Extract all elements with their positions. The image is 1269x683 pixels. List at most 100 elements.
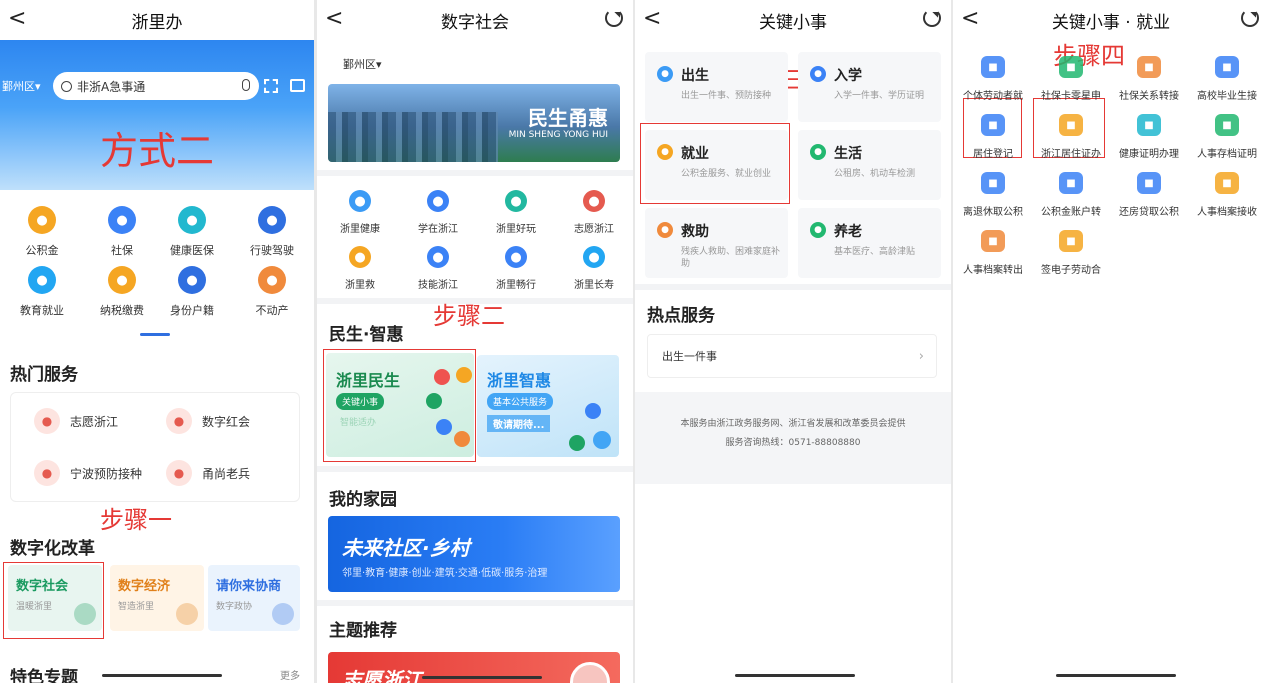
back-icon[interactable]: <	[325, 6, 343, 32]
service-grid-item[interactable]: ● 浙里畅行	[479, 246, 553, 296]
hot-service-item[interactable]: ● 志愿浙江	[34, 408, 118, 434]
service-grid-item[interactable]: ● 浙里长寿	[557, 246, 631, 296]
minsheng-banner[interactable]: 民生甬惠 MIN SHENG YONG HUI	[328, 84, 620, 162]
hot-service-label: 宁波预防接种	[70, 466, 143, 481]
category-desc: 基本医疗、高龄津贴	[834, 247, 916, 257]
scan-icon[interactable]	[264, 79, 278, 93]
service-item[interactable]: ■ 还房贷取公积	[1111, 172, 1187, 224]
category-card[interactable]: ● 养老 基本医疗、高龄津贴	[798, 208, 941, 278]
service-grid-item[interactable]: ● 健康医保	[154, 206, 230, 262]
service-item[interactable]: ■ 人事档案接收	[1189, 172, 1265, 224]
refresh-icon[interactable]	[605, 9, 623, 27]
district-select[interactable]: 鄞州区▾	[343, 56, 382, 72]
search-input[interactable]: 非浙A急事通	[53, 72, 259, 100]
service-label: 人事存档证明	[1197, 149, 1257, 160]
service-grid-item[interactable]: ● 学在浙江	[401, 190, 475, 240]
category-desc: 入学一件事、学历证明	[834, 91, 925, 101]
service-icon: ●	[349, 190, 371, 212]
service-grid-item[interactable]: ● 行驶驾驶	[234, 206, 310, 262]
service-grid-item[interactable]: ● 公积金	[4, 206, 80, 262]
service-grid-item[interactable]: ● 社保	[84, 206, 160, 262]
service-item[interactable]: ■ 社保卡零星申	[1033, 56, 1109, 108]
district-select[interactable]: 鄞州区▾	[2, 78, 41, 94]
category-card[interactable]: ● 出生 出生一件事、预防接种	[645, 52, 788, 122]
service-icon: ●	[505, 190, 527, 212]
digital-reform-title: 数字化改革	[10, 539, 95, 559]
service-item[interactable]: ■ 公积金账户转	[1033, 172, 1109, 224]
category-icon: ●	[657, 222, 673, 238]
service-grid-item[interactable]: ● 浙里救	[323, 246, 397, 296]
hot-service-item[interactable]: ● 数字红会	[166, 408, 250, 434]
more-link[interactable]: 更多	[280, 667, 300, 682]
service-item[interactable]: ■ 社保关系转接	[1111, 56, 1187, 108]
service-grid-item[interactable]: ● 浙里健康	[323, 190, 397, 240]
card-subtitle: 敬请期待...	[487, 415, 551, 432]
hot-service-item[interactable]: ● 宁波预防接种	[34, 460, 142, 486]
service-item[interactable]: ■ 人事档案转出	[955, 230, 1031, 282]
category-card[interactable]: ● 就业 公积金服务、就业创业	[645, 130, 788, 200]
panel-digital-society: < 数字社会 鄞州区▾ 民生甬惠 MIN SHENG YONG HUI 步骤二 …	[317, 0, 633, 683]
service-item[interactable]: ■ 人事存档证明	[1189, 114, 1265, 166]
service-label: 社保卡零星申	[1041, 91, 1101, 102]
category-title: 出生	[681, 68, 709, 84]
service-item[interactable]: ■ 离退休取公积	[955, 172, 1031, 224]
reform-card[interactable]: 数字社会 温暖浙里	[8, 565, 102, 631]
hot-service-item[interactable]: 出生一件事 ›	[647, 334, 937, 378]
volunteer-icon: ●	[34, 408, 60, 434]
annotation-step-one: 步骤一	[100, 506, 172, 534]
category-card[interactable]: ● 入学 入学一件事、学历证明	[798, 52, 941, 122]
service-grid-label: 浙里好玩	[496, 224, 536, 235]
service-icon: ■	[1059, 114, 1083, 136]
minsheng-title: 民生·智惠	[329, 325, 404, 345]
service-grid-item[interactable]: ● 纳税缴费	[84, 266, 160, 322]
service-icon: ■	[1059, 56, 1083, 78]
refresh-icon[interactable]	[1241, 9, 1259, 27]
panel-zheliban-home: < 浙里办 鄞州区▾ 非浙A急事通 方式二 热门服务 步骤一 数字化改革 特色专…	[0, 0, 314, 683]
reform-card-title: 数字经济	[118, 579, 171, 594]
category-card[interactable]: ● 救助 残疾人救助、困难家庭补助	[645, 208, 788, 278]
back-icon[interactable]: <	[961, 6, 979, 32]
category-card[interactable]: ● 生活 公租房、机动车检测	[798, 130, 941, 200]
service-grid-label: 学在浙江	[418, 224, 458, 235]
service-icon: ●	[583, 246, 605, 268]
future-community-banner[interactable]: 未来社区·乡村 邻里·教育·健康·创业·建筑·交通·低碳·服务·治理	[328, 516, 620, 592]
service-item[interactable]: ■ 健康证明办理	[1111, 114, 1187, 166]
service-grid-item[interactable]: ● 志愿浙江	[557, 190, 631, 240]
hot-service-item[interactable]: ● 甬尚老兵	[166, 460, 250, 486]
back-icon[interactable]: <	[643, 6, 661, 32]
my-home-title: 我的家园	[329, 490, 397, 510]
reform-card-title: 数字社会	[16, 579, 69, 594]
page-title: 关键小事	[759, 12, 827, 33]
category-title: 生活	[834, 146, 862, 162]
reform-card[interactable]: 数字经济 智造浙里	[110, 565, 204, 631]
card-zheli-zhihui[interactable]: 浙里智惠 基本公共服务 敬请期待...	[477, 355, 619, 457]
refresh-icon[interactable]	[923, 9, 941, 27]
service-item[interactable]: ■ 高校毕业生接	[1189, 56, 1265, 108]
nav-bar: < 数字社会	[317, 0, 633, 40]
tax-icon: ●	[108, 266, 136, 294]
service-item[interactable]: ■ 居住登记	[955, 114, 1031, 166]
service-icon: ●	[505, 246, 527, 268]
reform-card[interactable]: 请你来协商 数字政协	[208, 565, 300, 631]
annotation-method-two: 方式二	[99, 129, 214, 173]
service-grid-label: 教育就业	[20, 304, 64, 317]
service-grid-item[interactable]: ● 教育就业	[4, 266, 80, 322]
hot-service-label: 出生一件事	[662, 350, 717, 363]
service-grid-label: 浙里畅行	[496, 280, 536, 291]
service-grid-label: 浙里健康	[340, 224, 380, 235]
microphone-icon[interactable]	[242, 79, 250, 91]
service-item[interactable]: ■ 个体劳动者就	[955, 56, 1031, 108]
service-grid-item[interactable]: ● 技能浙江	[401, 246, 475, 296]
service-grid-item[interactable]: ● 浙里好玩	[479, 190, 553, 240]
service-item[interactable]: ■ 签电子劳动合	[1033, 230, 1109, 282]
back-icon[interactable]: <	[8, 6, 26, 32]
reform-card-icon	[272, 603, 294, 625]
service-item[interactable]: ■ 浙江居住证办	[1033, 114, 1109, 166]
service-grid-item[interactable]: ● 身份户籍	[154, 266, 230, 322]
graduation-icon: ●	[28, 266, 56, 294]
message-icon[interactable]	[290, 79, 305, 92]
service-grid-item[interactable]: ● 不动产	[234, 266, 310, 322]
annotation-step-two: 步骤二	[433, 302, 505, 330]
category-icon: ●	[810, 144, 826, 160]
service-icon: ■	[1137, 56, 1161, 78]
